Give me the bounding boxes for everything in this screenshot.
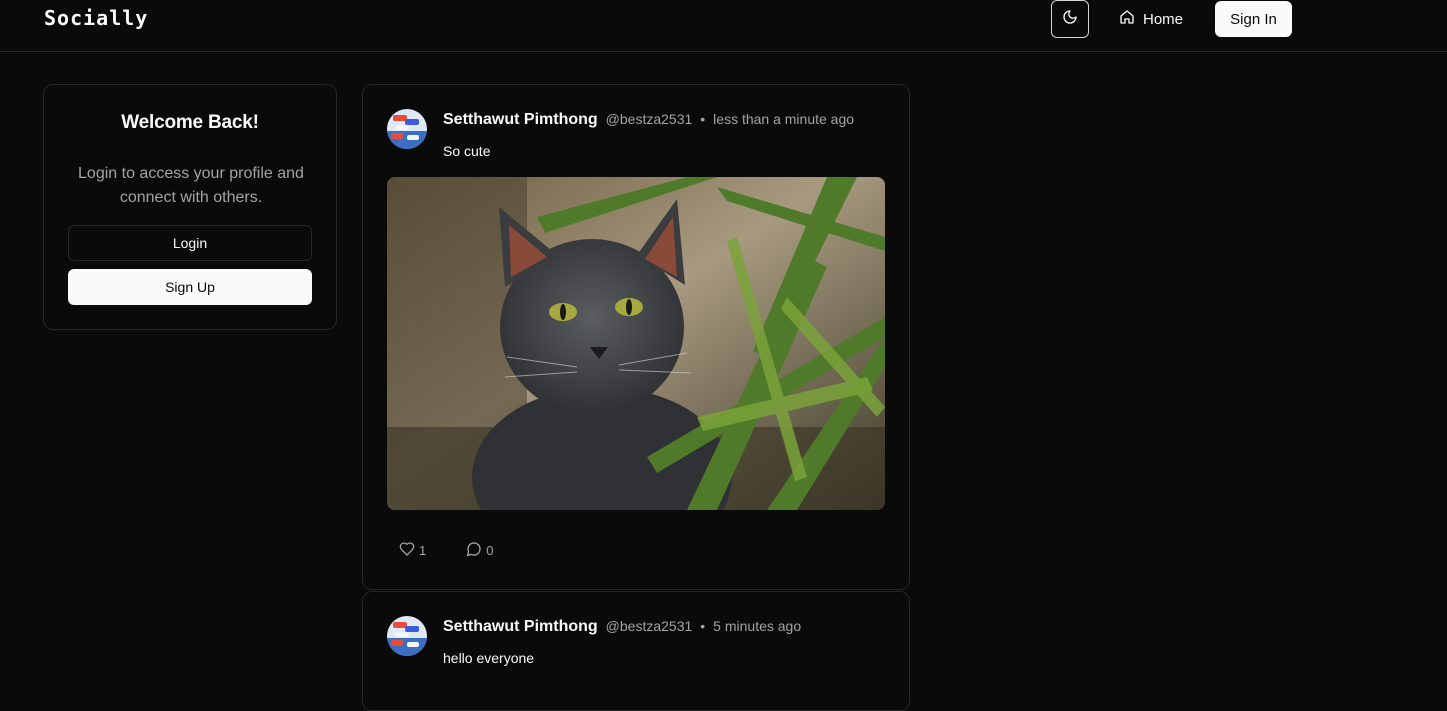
welcome-title: Welcome Back!: [121, 112, 259, 133]
home-icon: [1119, 9, 1135, 29]
post-header: Setthawut Pimthong @bestza2531 • 5 minut…: [443, 618, 801, 636]
home-nav-label: Home: [1143, 10, 1184, 28]
post-text: So cute: [443, 143, 491, 159]
post-author[interactable]: Setthawut Pimthong: [443, 618, 598, 636]
comment-icon: [466, 541, 482, 560]
login-button[interactable]: Login: [68, 225, 312, 261]
post-timestamp: 5 minutes ago: [713, 618, 802, 634]
heart-icon: [399, 541, 415, 560]
like-count: 1: [419, 543, 427, 558]
comment-count: 0: [486, 543, 494, 558]
app-logo[interactable]: Socially: [44, 6, 148, 30]
post-handle[interactable]: @bestza2531: [606, 618, 693, 634]
post-card: Setthawut Pimthong @bestza2531 • less th…: [362, 84, 910, 590]
avatar[interactable]: [387, 109, 427, 149]
post-actions: 1 0: [399, 541, 533, 560]
moon-icon: [1062, 9, 1078, 30]
comment-button[interactable]: 0: [466, 541, 493, 560]
sign-up-button[interactable]: Sign Up: [68, 269, 312, 305]
sign-in-button[interactable]: Sign In: [1215, 1, 1292, 37]
post-author[interactable]: Setthawut Pimthong: [443, 111, 598, 129]
welcome-description: Login to access your profile and connect…: [78, 165, 304, 206]
navbar: Socially Home Sign In: [0, 0, 1447, 52]
like-button[interactable]: 1: [399, 541, 426, 560]
post-header: Setthawut Pimthong @bestza2531 • less th…: [443, 111, 854, 129]
post-text: hello everyone: [443, 650, 535, 666]
theme-toggle-button[interactable]: [1051, 0, 1089, 38]
post-timestamp: less than a minute ago: [713, 111, 855, 127]
separator-dot: •: [700, 618, 706, 634]
post-card: Setthawut Pimthong @bestza2531 • 5 minut…: [362, 591, 910, 711]
separator-dot: •: [700, 111, 706, 127]
home-nav-link[interactable]: Home: [1119, 0, 1183, 38]
post-handle[interactable]: @bestza2531: [606, 111, 693, 127]
avatar[interactable]: [387, 616, 427, 656]
welcome-card: Welcome Back! Login to access your profi…: [43, 84, 337, 330]
post-image[interactable]: [387, 177, 885, 510]
